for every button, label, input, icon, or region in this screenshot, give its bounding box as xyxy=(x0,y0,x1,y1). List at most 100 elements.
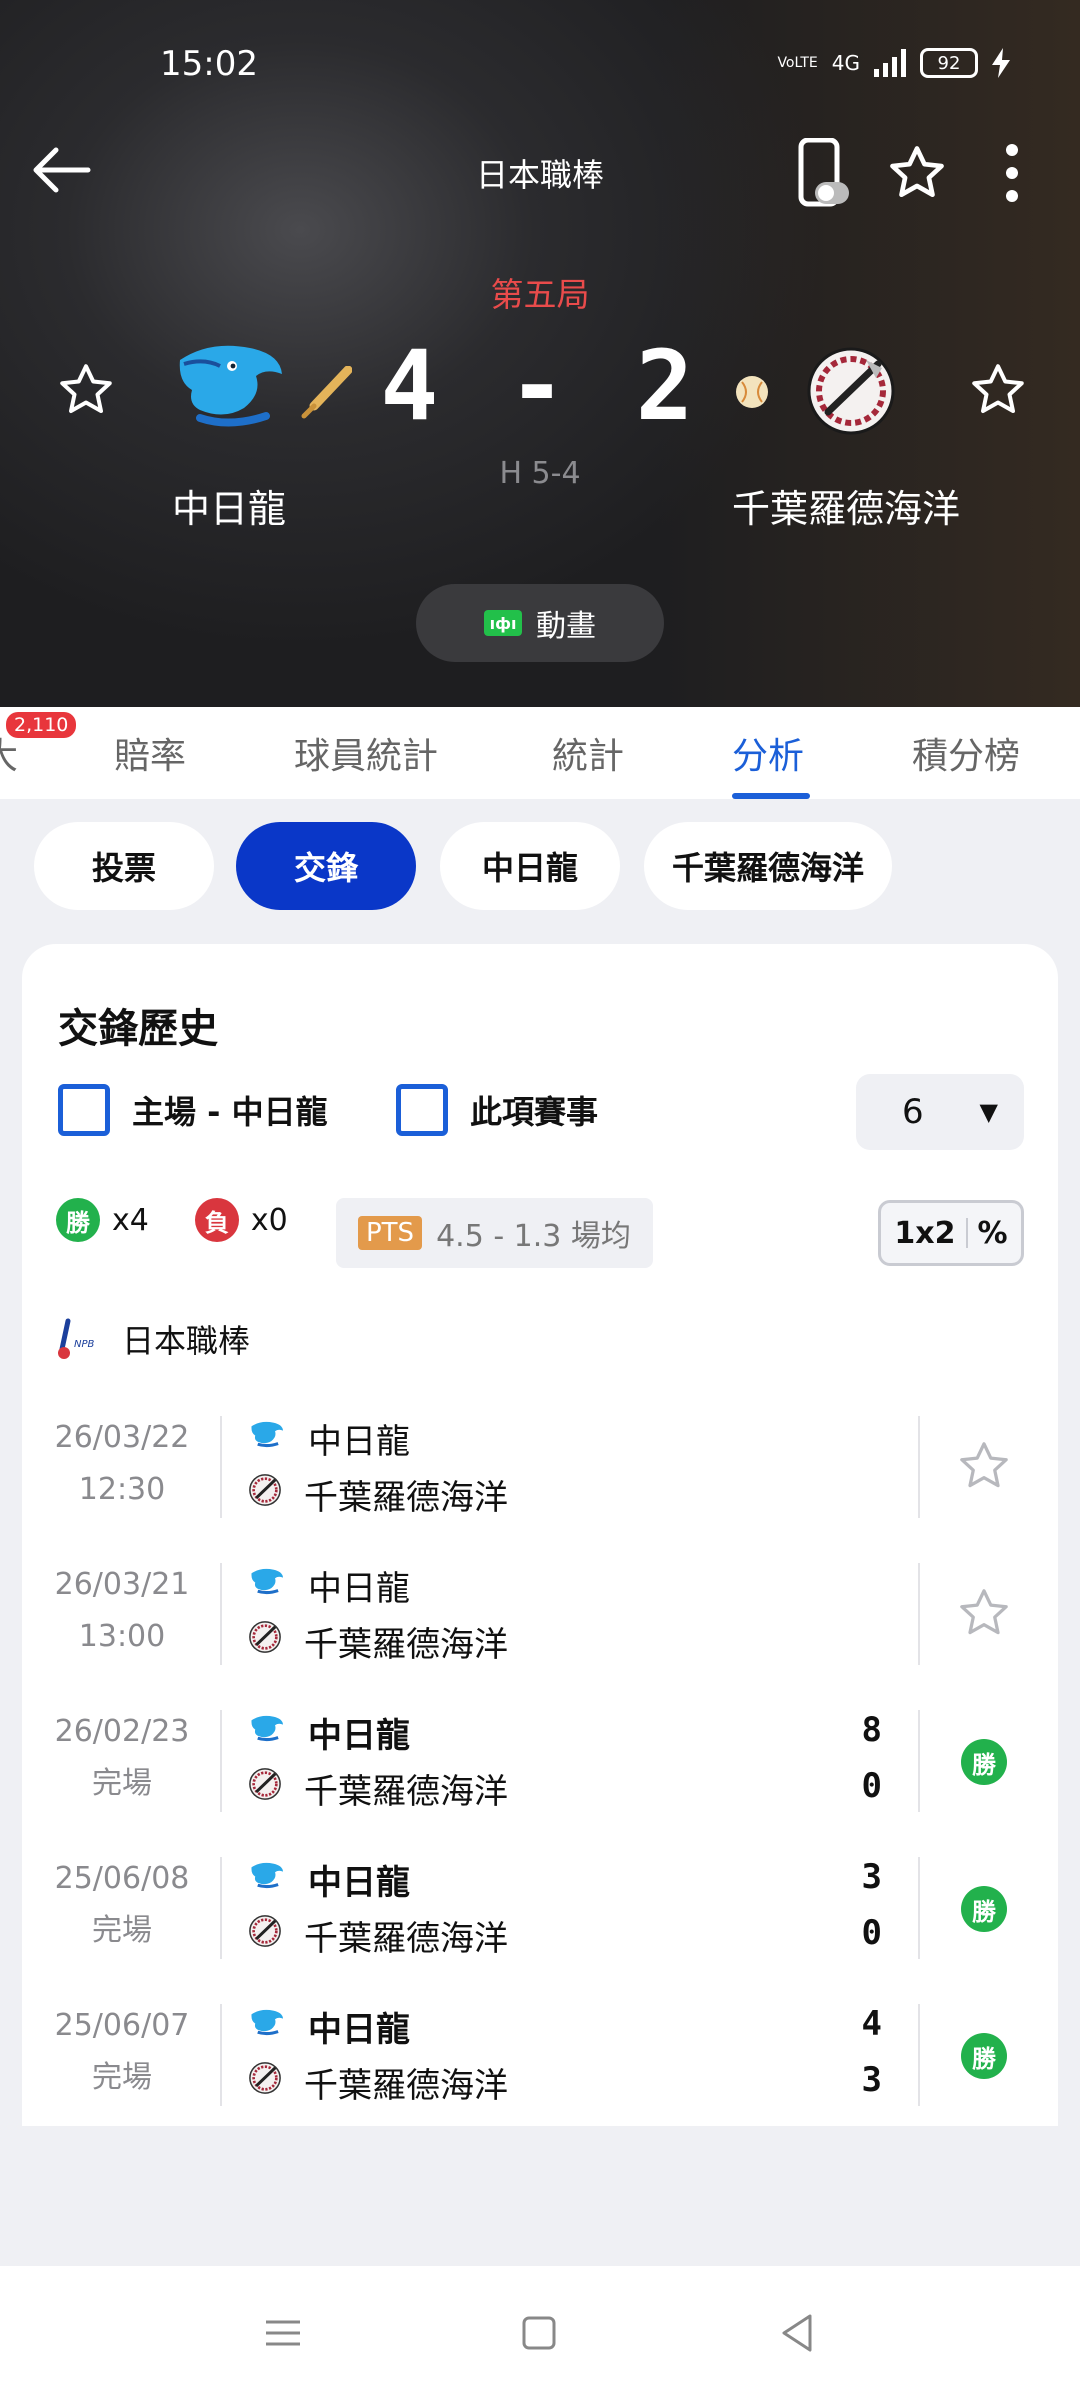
win-count: x4 xyxy=(112,1202,149,1238)
chip-vote[interactable]: 投票 xyxy=(34,822,214,910)
match-row[interactable]: 26/03/21 13:00 中日龍千葉羅德海洋 xyxy=(22,1541,1058,1689)
match-home-team: 中日龍 xyxy=(248,1559,410,1611)
home-nav-icon[interactable] xyxy=(514,2308,564,2358)
match-time: 13:00 xyxy=(78,1619,166,1654)
score: 4 - 2 xyxy=(380,330,700,442)
loss-icon: 負 xyxy=(194,1198,239,1242)
match-action: 勝 xyxy=(954,1732,1014,1792)
h2h-title: 交鋒歷史 xyxy=(58,1006,218,1052)
match-home-team: 中日龍 xyxy=(248,1412,410,1464)
h2h-card: 交鋒歷史 主場 - 中日龍 此項賽事 6 ▼ 勝 x4 負 x0 PTS 4.5… xyxy=(22,944,1058,2126)
tab-analysis[interactable]: 分析 xyxy=(732,727,804,779)
back-nav-icon[interactable] xyxy=(772,2308,822,2358)
phone-toggle-icon[interactable] xyxy=(788,138,858,208)
match-away-name: 千葉羅德海洋 xyxy=(304,1624,508,1665)
match-away-name: 千葉羅德海洋 xyxy=(304,1918,508,1959)
signal-icon xyxy=(874,49,906,77)
tab-bar: 大 賠率 球員統計 統計 分析 積分榜 xyxy=(0,707,1080,799)
away-favorite-star-icon[interactable] xyxy=(968,360,1028,420)
match-home-score: 8 xyxy=(861,1710,882,1750)
points-average: PTS 4.5 - 1.3 場均 xyxy=(336,1198,653,1268)
dropdown-arrow-icon: ▼ xyxy=(979,1098,998,1126)
match-date: 25/06/08 xyxy=(54,1861,190,1896)
top-bar: 日本職棒 xyxy=(0,130,1080,210)
match-row[interactable]: 26/02/23 完場 中日龍 千葉羅德海洋 8 0 勝 xyxy=(22,1688,1058,1836)
more-menu-icon[interactable] xyxy=(977,138,1047,208)
match-home-name: 中日龍 xyxy=(308,1862,410,1903)
home-team-small-logo xyxy=(248,1711,286,1754)
match-action[interactable] xyxy=(954,1585,1014,1645)
tab-odds[interactable]: 賠率 xyxy=(114,727,186,779)
match-home-name: 中日龍 xyxy=(308,1715,410,1756)
win-badge: 勝 xyxy=(961,2033,1007,2079)
pts-tag: PTS xyxy=(358,1216,423,1250)
status-time: 15:02 xyxy=(160,44,258,84)
match-away-name: 千葉羅德海洋 xyxy=(304,1771,508,1812)
match-time: 完場 xyxy=(92,2060,152,2095)
away-team-small-logo xyxy=(248,1914,282,1957)
event-filter-checkbox-row[interactable]: 此項賽事 xyxy=(396,1084,598,1136)
match-date-block: 26/02/23 完場 xyxy=(22,1706,222,1810)
match-home-name: 中日龍 xyxy=(308,1421,410,1462)
home-filter-checkbox-row[interactable]: 主場 - 中日龍 xyxy=(58,1084,328,1136)
match-row[interactable]: 26/03/22 12:30 中日龍 千葉羅德海洋 xyxy=(22,1394,1058,1542)
match-favorite-star-icon[interactable] xyxy=(956,1438,1012,1498)
match-away-score: 0 xyxy=(861,1913,882,1953)
tab-stats[interactable]: 統計 xyxy=(552,727,624,779)
match-home-name: 中日龍 xyxy=(308,2009,410,2050)
match-date: 25/06/07 xyxy=(54,2008,190,2043)
tab-standings[interactable]: 積分榜 xyxy=(912,727,1020,779)
match-time: 12:30 xyxy=(78,1472,166,1507)
chip-head-to-head[interactable]: 交鋒 xyxy=(236,822,416,910)
active-tab-indicator xyxy=(732,793,810,799)
home-team-small-logo xyxy=(248,1564,286,1607)
match-home-name: 中日龍 xyxy=(308,1568,410,1609)
away-team-small-logo xyxy=(248,1620,282,1663)
animation-icon: ıфı xyxy=(484,610,522,636)
odds-1x2[interactable]: 1x2 xyxy=(894,1216,955,1251)
away-team-small-logo xyxy=(248,2061,282,2104)
baseball-icon xyxy=(736,376,768,408)
network-label: 4G xyxy=(831,51,860,75)
inning-label: 第五局 xyxy=(490,275,590,314)
match-row[interactable]: 25/06/07 完場 中日龍 千葉羅德海洋 4 3 勝 xyxy=(22,1982,1058,2130)
match-date-block: 25/06/07 完場 xyxy=(22,2000,222,2104)
match-date-block: 26/03/21 13:00 xyxy=(22,1559,222,1663)
match-favorite-star-icon[interactable] xyxy=(956,1585,1012,1645)
match-date-block: 25/06/08 完場 xyxy=(22,1853,222,1957)
match-date: 26/03/22 xyxy=(54,1420,190,1455)
match-action: 勝 xyxy=(954,1879,1014,1939)
tab-player-stats[interactable]: 球員統計 xyxy=(294,727,438,779)
event-filter-checkbox[interactable] xyxy=(396,1084,448,1136)
match-action[interactable] xyxy=(954,1438,1014,1498)
svg-text:NPB: NPB xyxy=(74,1339,95,1350)
league-name: 日本職棒 xyxy=(122,1322,251,1360)
away-team-small-logo xyxy=(248,1767,282,1810)
match-count-select[interactable]: 6 ▼ xyxy=(856,1074,1024,1150)
win-badge: 勝 xyxy=(961,1739,1007,1785)
odds-percent[interactable]: % xyxy=(978,1216,1008,1251)
chip-away-team[interactable]: 千葉羅德海洋 xyxy=(644,822,892,910)
match-row[interactable]: 25/06/08 完場 中日龍 千葉羅德海洋 3 0 勝 xyxy=(22,1835,1058,1983)
match-away-name: 千葉羅德海洋 xyxy=(304,2065,508,2106)
away-team-logo xyxy=(806,346,896,440)
favorite-star-icon[interactable] xyxy=(882,138,952,208)
npb-logo-icon: NPB xyxy=(58,1318,95,1359)
match-date-block: 26/03/22 12:30 xyxy=(22,1412,222,1516)
league-header: NPB 日本職棒 xyxy=(56,1316,250,1362)
home-filter-label: 主場 - 中日龍 xyxy=(132,1093,328,1131)
chip-home-team[interactable]: 中日龍 xyxy=(440,822,620,910)
animation-label: 動畫 xyxy=(536,609,596,644)
odds-format-toggle[interactable]: 1x2 % xyxy=(878,1200,1024,1266)
menu-nav-icon[interactable] xyxy=(258,2308,308,2358)
match-action: 勝 xyxy=(954,2026,1014,2086)
home-team-small-logo xyxy=(248,2005,286,2048)
match-home-team: 中日龍 xyxy=(248,1706,410,1758)
animation-button[interactable]: ıфı 動畫 xyxy=(416,584,664,662)
volte-icon: VoLTE xyxy=(777,55,818,71)
home-filter-checkbox[interactable] xyxy=(58,1084,110,1136)
match-away-team: 千葉羅德海洋 xyxy=(248,1615,508,1667)
match-home-score: 4 xyxy=(861,2004,882,2044)
match-date: 26/03/21 xyxy=(54,1567,190,1602)
pts-text: 4.5 - 1.3 場均 xyxy=(436,1219,631,1254)
